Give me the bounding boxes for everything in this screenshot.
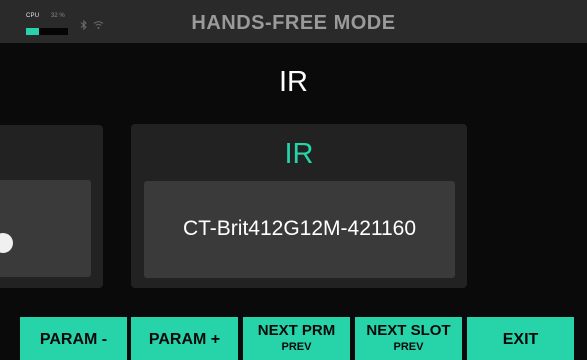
exit-label: EXIT: [502, 331, 539, 348]
next-param-label: NEXT PRM: [257, 322, 336, 339]
exit-button[interactable]: EXIT: [467, 317, 574, 360]
prev-param-sublabel: PREV: [281, 341, 312, 353]
mode-title: HANDS-FREE MODE: [191, 12, 396, 34]
param-plus-button[interactable]: PARAM +: [131, 317, 238, 360]
prev-parameter-value-box: [0, 180, 91, 277]
param-minus-label: PARAM -: [39, 331, 108, 348]
param-plus-label: PARAM +: [148, 331, 221, 348]
prev-slot-sublabel: PREV: [393, 341, 424, 353]
next-param-button[interactable]: NEXT PRM PREV: [243, 317, 350, 360]
parameter-name: IR: [284, 138, 314, 170]
param-minus-button[interactable]: PARAM -: [20, 317, 127, 360]
block-title: IR: [279, 66, 308, 98]
next-slot-label: NEXT SLOT: [366, 322, 451, 339]
parameter-value: CT-Brit412G12M-421160: [182, 217, 417, 240]
next-slot-button[interactable]: NEXT SLOT PREV: [355, 317, 462, 360]
